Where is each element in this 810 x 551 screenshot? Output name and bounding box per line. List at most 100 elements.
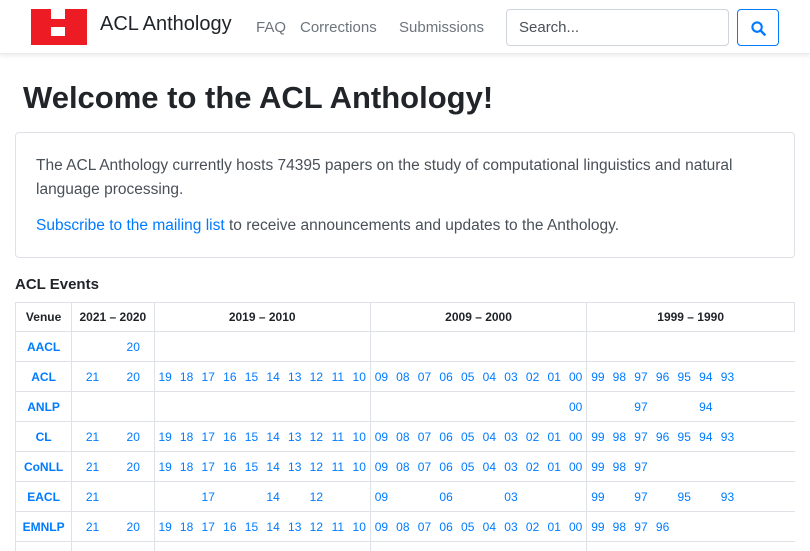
year-link[interactable]: 02 xyxy=(521,361,544,392)
venue-link[interactable]: ACL xyxy=(15,361,73,392)
year-link[interactable]: 14 xyxy=(262,421,284,452)
brand-title[interactable]: ACL Anthology xyxy=(100,13,232,36)
year-link[interactable]: 10 xyxy=(348,451,371,482)
year-link[interactable]: 98 xyxy=(608,511,631,542)
year-link[interactable]: 12 xyxy=(305,481,328,512)
nav-faq[interactable]: FAQ xyxy=(256,19,286,36)
year-link[interactable]: 97 xyxy=(630,451,652,482)
year-link[interactable]: 21 xyxy=(71,361,113,392)
year-link[interactable]: 13 xyxy=(283,451,306,482)
year-link[interactable]: 93 xyxy=(716,421,739,452)
year-link[interactable]: 03 xyxy=(500,511,522,542)
year-link[interactable]: 13 xyxy=(283,511,306,542)
year-link[interactable]: 14 xyxy=(262,481,284,512)
year-link[interactable]: 21 xyxy=(71,451,113,482)
year-link[interactable]: 09 xyxy=(369,451,393,482)
year-link[interactable]: 98 xyxy=(608,421,631,452)
year-link[interactable]: 04 xyxy=(478,451,501,482)
year-link[interactable]: 11 xyxy=(327,451,349,482)
year-link[interactable]: 01 xyxy=(543,421,566,452)
year-link[interactable]: 08 xyxy=(392,421,414,452)
year-link[interactable]: 00 xyxy=(565,451,587,482)
search-input[interactable] xyxy=(506,9,729,46)
year-link[interactable]: 06 xyxy=(435,481,457,512)
year-link[interactable]: 20 xyxy=(112,361,155,392)
year-link[interactable]: 06 xyxy=(435,451,457,482)
year-link[interactable]: 95 xyxy=(673,361,696,392)
year-link[interactable]: 05 xyxy=(456,511,479,542)
year-link[interactable]: 98 xyxy=(608,361,631,392)
year-link[interactable]: 02 xyxy=(521,451,544,482)
year-link[interactable]: 17 xyxy=(197,421,220,452)
year-link[interactable]: 20 xyxy=(112,451,155,482)
year-link[interactable]: 15 xyxy=(240,511,263,542)
events-table-wrapper[interactable]: Venue 2021 – 2020 2019 – 2010 2009 – 2000 19… xyxy=(15,302,795,551)
year-link[interactable]: 00 xyxy=(565,421,587,452)
year-link[interactable]: 93 xyxy=(716,361,739,392)
year-link[interactable]: 05 xyxy=(456,451,479,482)
year-link[interactable]: 09 xyxy=(369,511,393,542)
year-link[interactable]: 12 xyxy=(305,421,328,452)
year-link[interactable]: 99 xyxy=(586,511,609,542)
year-link[interactable]: 18 xyxy=(175,451,198,482)
year-link[interactable]: 05 xyxy=(456,421,479,452)
year-link[interactable]: 17 xyxy=(197,511,220,542)
year-link[interactable]: 11 xyxy=(327,511,349,542)
year-link[interactable]: 07 xyxy=(413,421,436,452)
year-link[interactable]: 94 xyxy=(695,361,717,392)
nav-corrections[interactable]: Corrections xyxy=(300,19,377,36)
year-link[interactable]: 99 xyxy=(586,451,609,482)
year-link[interactable]: 15 xyxy=(240,421,263,452)
year-link[interactable]: 16 xyxy=(219,361,241,392)
year-link[interactable]: 03 xyxy=(500,481,522,512)
year-link[interactable]: 17 xyxy=(197,451,220,482)
year-link[interactable]: 03 xyxy=(500,421,522,452)
acl-logo-icon[interactable] xyxy=(31,9,87,45)
year-link[interactable]: 97 xyxy=(630,481,652,512)
venue-link[interactable]: CoNLL xyxy=(15,451,73,482)
year-link[interactable]: 00 xyxy=(565,511,587,542)
venue-link[interactable]: AACL xyxy=(15,331,73,362)
year-link[interactable]: 13 xyxy=(283,421,306,452)
year-link[interactable]: 03 xyxy=(500,361,522,392)
year-link[interactable]: 94 xyxy=(695,421,717,452)
year-link[interactable]: 14 xyxy=(262,451,284,482)
year-link[interactable]: 07 xyxy=(413,361,436,392)
year-link[interactable]: 12 xyxy=(305,451,328,482)
year-link[interactable]: 99 xyxy=(586,421,609,452)
year-link[interactable]: 16 xyxy=(219,421,241,452)
year-link[interactable]: 99 xyxy=(586,361,609,392)
year-link[interactable]: 18 xyxy=(175,511,198,542)
year-link[interactable]: 01 xyxy=(543,361,566,392)
year-link[interactable]: 18 xyxy=(175,361,198,392)
year-link[interactable]: 12 xyxy=(305,361,328,392)
venue-link[interactable]: EMNLP xyxy=(15,511,73,542)
year-link[interactable]: 99 xyxy=(586,481,609,512)
year-link[interactable]: 19 xyxy=(153,451,176,482)
year-link[interactable]: 10 xyxy=(348,361,371,392)
year-link[interactable]: 07 xyxy=(413,511,436,542)
year-link[interactable]: 08 xyxy=(392,361,414,392)
year-link[interactable]: 21 xyxy=(71,421,113,452)
venue-link[interactable]: EACL xyxy=(15,481,73,512)
year-link[interactable]: 97 xyxy=(630,361,652,392)
year-link[interactable]: 06 xyxy=(435,511,457,542)
year-link[interactable]: 17 xyxy=(197,481,220,512)
search-button[interactable] xyxy=(737,9,779,46)
year-link[interactable]: 07 xyxy=(413,451,436,482)
year-link[interactable]: 02 xyxy=(521,421,544,452)
year-link[interactable]: 10 xyxy=(348,511,371,542)
year-link[interactable]: 09 xyxy=(369,421,393,452)
year-link[interactable]: 15 xyxy=(240,361,263,392)
year-link[interactable]: 09 xyxy=(369,361,393,392)
year-link[interactable]: 08 xyxy=(392,511,414,542)
year-link[interactable]: 19 xyxy=(153,511,176,542)
year-link[interactable]: 18 xyxy=(175,421,198,452)
nav-submissions[interactable]: Submissions xyxy=(399,19,484,36)
year-link[interactable]: 09 xyxy=(369,481,393,512)
venue-link[interactable]: CL xyxy=(15,421,73,452)
year-link[interactable]: 01 xyxy=(543,511,566,542)
year-link[interactable]: 08 xyxy=(392,451,414,482)
year-link[interactable]: 05 xyxy=(456,361,479,392)
year-link[interactable]: 12 xyxy=(305,511,328,542)
